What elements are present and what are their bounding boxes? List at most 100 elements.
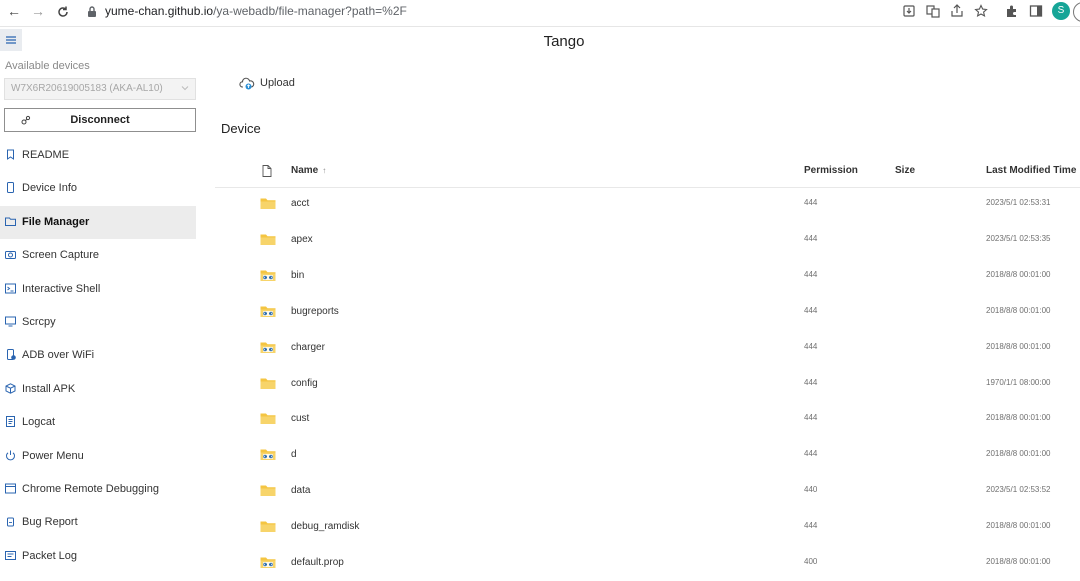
sidebar-item-power-menu[interactable]: Power Menu [0, 440, 196, 473]
file-name[interactable]: d [291, 449, 297, 460]
share-icon[interactable] [950, 4, 964, 18]
wifi-icon [7, 349, 16, 361]
table-row[interactable]: charger 444 2018/8/8 00:01:00 [215, 330, 1080, 366]
file-name[interactable]: data [291, 485, 310, 496]
upload-button[interactable]: Upload [238, 74, 308, 94]
file-permission: 444 [804, 449, 818, 459]
column-name[interactable]: Name ↑ [291, 165, 326, 176]
folder-link-icon [260, 342, 276, 353]
install-app-icon[interactable] [902, 4, 916, 18]
browser-toolbar: ← → yume-chan.github.io/ya-webadb/file-m… [0, 0, 1080, 27]
file-name[interactable]: bin [291, 270, 304, 281]
mirror-icon [5, 316, 16, 327]
file-name[interactable]: charger [291, 342, 325, 353]
table-row[interactable]: default.prop 400 2018/8/8 00:01:00 [215, 545, 1080, 581]
sidebar-item-screen-capture[interactable]: Screen Capture [0, 239, 196, 272]
sidebar-item-label: Device Info [22, 182, 78, 195]
table-row[interactable]: bugreports 444 2018/8/8 00:01:00 [215, 294, 1080, 330]
sidebar-item-scrcpy[interactable]: Scrcpy [0, 306, 196, 339]
sidebar-item-label: Power Menu [22, 449, 84, 462]
device-select[interactable]: W7X6R20619005183 (AKA-AL10) [4, 78, 196, 100]
table-row[interactable]: bin 444 2018/8/8 00:01:00 [215, 258, 1080, 294]
file-permission: 444 [804, 521, 818, 531]
lock-icon[interactable] [87, 5, 97, 19]
sidebar-item-label: Packet Log [22, 549, 78, 562]
table-row[interactable]: data 440 2023/5/1 02:53:52 [215, 473, 1080, 509]
side-panel-icon[interactable] [1029, 4, 1043, 18]
sidebar-item-install-apk[interactable]: Install APK [0, 373, 196, 406]
reload-icon[interactable] [56, 5, 70, 19]
section-title: Device [221, 121, 261, 136]
file-permission: 444 [804, 413, 818, 423]
sidebar-item-label: Screen Capture [22, 249, 100, 262]
file-permission: 444 [804, 377, 818, 387]
forward-icon[interactable]: → [28, 3, 48, 19]
disconnect-button[interactable]: Disconnect [4, 108, 196, 132]
sidebar-item-label: Interactive Shell [22, 282, 101, 295]
file-modified: 2018/8/8 00:01:00 [986, 449, 1051, 459]
file-name[interactable]: debug_ramdisk [291, 521, 359, 532]
column-size[interactable]: Size [895, 165, 915, 176]
folder-link-icon [260, 557, 276, 568]
table-row[interactable]: d 444 2018/8/8 00:01:00 [215, 437, 1080, 473]
column-permission[interactable]: Permission [804, 165, 858, 176]
column-name-label: Name [291, 165, 319, 176]
folder-icon [260, 413, 276, 425]
disconnect-label: Disconnect [70, 114, 130, 126]
file-permission: 444 [804, 269, 818, 279]
url-host: yume-chan.github.io [105, 4, 214, 18]
file-name[interactable]: acct [291, 198, 309, 209]
folder-icon [260, 378, 276, 389]
file-name[interactable]: config [291, 378, 318, 389]
folder-icon [260, 521, 276, 533]
file-name[interactable]: bugreports [291, 306, 339, 317]
address-bar[interactable]: yume-chan.github.io/ya-webadb/file-manag… [105, 4, 407, 18]
sidebar-item-label: File Manager [22, 215, 90, 228]
column-modified[interactable]: Last Modified Time [986, 165, 1076, 176]
app-title: Tango [543, 33, 585, 50]
selected-device: W7X6R20619005183 (AKA-AL10) [11, 83, 163, 94]
account-icon[interactable] [1073, 2, 1080, 22]
table-row[interactable]: acct 444 2023/5/1 02:53:31 [215, 186, 1080, 222]
file-permission: 444 [804, 233, 818, 243]
folder-link-icon [260, 270, 276, 281]
table-row[interactable]: cust 444 2018/8/8 00:01:00 [215, 401, 1080, 437]
sidebar-item-device-info[interactable]: Device Info [0, 172, 196, 205]
sidebar-item-bug-report[interactable]: Bug Report [0, 506, 196, 539]
table-row[interactable]: apex 444 2023/5/1 02:53:35 [215, 222, 1080, 258]
back-icon[interactable]: ← [4, 3, 24, 19]
sidebar-item-interactive-shell[interactable]: Interactive Shell [0, 273, 196, 306]
sidebar-item-packet-log[interactable]: Packet Log [0, 540, 196, 573]
sidebar-item-readme[interactable]: README [0, 139, 196, 172]
camera-icon [5, 251, 16, 260]
profile-avatar[interactable]: S [1052, 2, 1070, 20]
sidebar-item-adb-over-wifi[interactable]: ADB over WiFi [0, 339, 196, 372]
sidebar-item-label: Logcat [22, 416, 56, 429]
file-modified: 2023/5/1 02:53:52 [986, 485, 1051, 495]
table-header: Name ↑ Permission Size Last Modified Time [215, 155, 1080, 188]
folder-link-icon [260, 306, 276, 317]
file-modified: 2018/8/8 00:01:00 [986, 413, 1051, 423]
file-name[interactable]: cust [291, 413, 309, 424]
star-icon[interactable] [974, 4, 988, 18]
chevron-down-icon [181, 86, 189, 91]
table-row[interactable]: config 444 1970/1/1 08:00:00 [215, 366, 1080, 402]
table-row[interactable]: debug_ramdisk 444 2018/8/8 00:01:00 [215, 509, 1080, 545]
folder-icon [260, 234, 276, 245]
sidebar-item-chrome-remote-debugging[interactable]: Chrome Remote Debugging [0, 473, 196, 506]
sidebar-item-logcat[interactable]: Logcat [0, 406, 196, 439]
packet-icon [5, 550, 16, 560]
sidebar-item-label: README [22, 149, 70, 161]
file-permission: 444 [804, 341, 818, 351]
file-name[interactable]: apex [291, 234, 313, 245]
file-permission: 444 [804, 305, 818, 315]
package-icon [5, 383, 16, 394]
upload-label: Upload [260, 77, 295, 89]
file-permission: 400 [804, 557, 818, 566]
translate-icon[interactable] [926, 4, 940, 18]
sidebar-item-file-manager[interactable]: File Manager [0, 205, 196, 239]
extensions-icon[interactable] [1005, 4, 1019, 18]
file-name[interactable]: default.prop [291, 557, 344, 568]
available-devices-label: Available devices [5, 60, 90, 72]
phone-icon [7, 182, 14, 194]
